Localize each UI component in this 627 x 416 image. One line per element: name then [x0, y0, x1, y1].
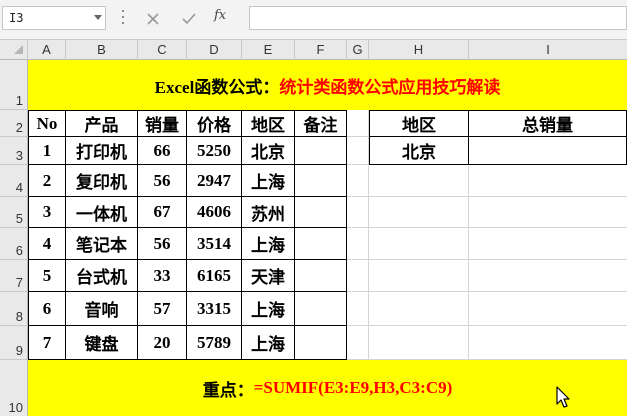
row-header-5[interactable]: 5: [0, 197, 28, 228]
row-header-1[interactable]: 1: [0, 60, 28, 110]
table-cell-product[interactable]: 打印机: [66, 137, 138, 165]
cancel-button[interactable]: [140, 7, 166, 31]
table-cell-region[interactable]: 上海: [242, 228, 295, 260]
table-cell-note[interactable]: [295, 292, 347, 326]
table-cell-price[interactable]: 3315: [187, 292, 242, 326]
column-header-i[interactable]: I: [469, 40, 627, 60]
formula-input[interactable]: [249, 6, 627, 30]
column-header-f[interactable]: F: [295, 40, 347, 60]
table-cell-no[interactable]: 4: [28, 228, 66, 260]
row-header-4[interactable]: 4: [0, 165, 28, 197]
table-header-price[interactable]: 价格: [187, 110, 242, 137]
column-header-h[interactable]: H: [369, 40, 469, 60]
table-cell-sales[interactable]: 57: [138, 292, 187, 326]
table-cell-sales[interactable]: 67: [138, 197, 187, 228]
fx-icon: fx: [214, 8, 227, 23]
table-cell-price[interactable]: 4606: [187, 197, 242, 228]
table-cell-note[interactable]: [295, 260, 347, 292]
lookup-cell-region[interactable]: 北京: [369, 137, 469, 165]
title-highlight: 统计类函数公式应用技巧解读: [279, 77, 501, 97]
table-cell-no[interactable]: 1: [28, 137, 66, 165]
column-headers: A B C D E F G H I: [0, 40, 627, 60]
table-cell-region[interactable]: 北京: [242, 137, 295, 165]
table-header-region[interactable]: 地区: [242, 110, 295, 137]
table-cell-no[interactable]: 7: [28, 326, 66, 360]
table-cell-note[interactable]: [295, 326, 347, 360]
footer-banner[interactable]: 重点： =SUMIF(E3:E9,H3,C3:C9): [28, 360, 627, 416]
table-cell-sales[interactable]: 20: [138, 326, 187, 360]
column-header-a[interactable]: A: [28, 40, 66, 60]
row-header-3[interactable]: 3: [0, 137, 28, 165]
table-cell-sales[interactable]: 56: [138, 228, 187, 260]
enter-button[interactable]: [176, 7, 202, 31]
table-cell-note[interactable]: [295, 197, 347, 228]
grip-handle-icon[interactable]: [121, 10, 125, 28]
close-icon: [147, 13, 159, 25]
select-all-icon: [14, 45, 23, 54]
lookup-cell-total-sales[interactable]: [469, 137, 627, 165]
table-cell-note[interactable]: [295, 228, 347, 260]
table-cell-region[interactable]: 上海: [242, 292, 295, 326]
table-cell-region[interactable]: 上海: [242, 326, 295, 360]
row-header-8[interactable]: 8: [0, 292, 28, 326]
title-prefix: Excel函数公式：: [154, 77, 280, 97]
row-header-7[interactable]: 7: [0, 260, 28, 292]
table-cell-price[interactable]: 5250: [187, 137, 242, 165]
table-cell-no[interactable]: 6: [28, 292, 66, 326]
row-headers: 1 2 3 4 5 6 7 8 9 10: [0, 60, 28, 416]
table-cell-product[interactable]: 一体机: [66, 197, 138, 228]
column-header-g[interactable]: G: [347, 40, 369, 60]
chevron-down-icon[interactable]: [94, 15, 102, 20]
table-cell-no[interactable]: 3: [28, 197, 66, 228]
lookup-header-region[interactable]: 地区: [369, 110, 469, 137]
lookup-header-total-sales[interactable]: 总销量: [469, 110, 627, 137]
table-header-product[interactable]: 产品: [66, 110, 138, 137]
table-cell-note[interactable]: [295, 137, 347, 165]
name-box[interactable]: I3: [2, 6, 106, 30]
table-header-sales[interactable]: 销量: [138, 110, 187, 137]
table-cell-product[interactable]: 复印机: [66, 165, 138, 197]
table-cell-no[interactable]: 2: [28, 165, 66, 197]
insert-function-button[interactable]: fx: [214, 8, 240, 30]
table-cell-note[interactable]: [295, 165, 347, 197]
row-header-10[interactable]: 10: [0, 360, 28, 416]
cell-grid[interactable]: Excel函数公式： 统计类函数公式应用技巧解读 No 产品 销量 价格 地区 备注 1 打印机…: [28, 60, 627, 416]
table-cell-price[interactable]: 2947: [187, 165, 242, 197]
table-cell-product[interactable]: 音响: [66, 292, 138, 326]
table-cell-sales[interactable]: 33: [138, 260, 187, 292]
column-header-e[interactable]: E: [242, 40, 295, 60]
formula-bar: I3 fx: [0, 0, 627, 40]
table-header-note[interactable]: 备注: [295, 110, 347, 137]
name-box-value: I3: [9, 11, 24, 25]
check-icon: [182, 13, 196, 25]
table-cell-product[interactable]: 键盘: [66, 326, 138, 360]
table-cell-price[interactable]: 3514: [187, 228, 242, 260]
table-cell-product[interactable]: 笔记本: [66, 228, 138, 260]
title-banner[interactable]: Excel函数公式： 统计类函数公式应用技巧解读: [28, 60, 627, 110]
select-all-corner[interactable]: [0, 40, 28, 60]
row-header-6[interactable]: 6: [0, 228, 28, 260]
column-header-d[interactable]: D: [187, 40, 242, 60]
footer-formula: =SUMIF(E3:E9,H3,C3:C9): [253, 378, 453, 397]
table-cell-product[interactable]: 台式机: [66, 260, 138, 292]
column-header-c[interactable]: C: [138, 40, 187, 60]
row-header-2[interactable]: 2: [0, 110, 28, 137]
table-cell-region[interactable]: 苏州: [242, 197, 295, 228]
column-header-b[interactable]: B: [66, 40, 138, 60]
mouse-pointer-icon: [556, 386, 570, 408]
table-header-no[interactable]: No: [28, 110, 66, 137]
table-cell-no[interactable]: 5: [28, 260, 66, 292]
table-cell-region[interactable]: 上海: [242, 165, 295, 197]
footer-label: 重点：: [202, 380, 254, 400]
row-header-9[interactable]: 9: [0, 326, 28, 360]
table-cell-price[interactable]: 6165: [187, 260, 242, 292]
table-cell-sales[interactable]: 56: [138, 165, 187, 197]
table-cell-sales[interactable]: 66: [138, 137, 187, 165]
table-cell-price[interactable]: 5789: [187, 326, 242, 360]
table-cell-region[interactable]: 天津: [242, 260, 295, 292]
